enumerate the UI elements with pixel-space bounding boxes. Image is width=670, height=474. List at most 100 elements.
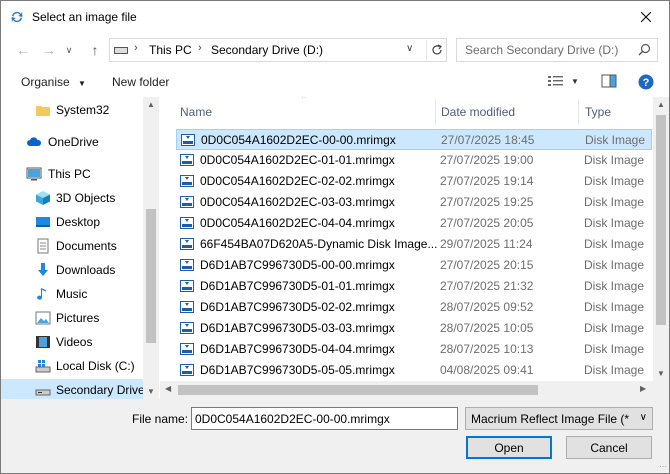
file-row[interactable]: 66F454BA07D620A5-Dynamic Disk Image... 29… <box>176 234 652 255</box>
file-row[interactable]: D6D1AB7C996730D5-00-00.mrimgx 27/07/2025 … <box>176 255 652 276</box>
disk-image-file-icon <box>180 364 194 376</box>
file-list-vertical-scrollbar[interactable]: ▲ ▼ <box>653 97 669 381</box>
file-type: Disk Image <box>584 258 645 272</box>
file-row[interactable]: D6D1AB7C996730D5-03-03.mrimgx 28/07/2025 … <box>176 318 652 339</box>
preview-pane-button[interactable] <box>601 73 617 92</box>
navigation-scrollbar[interactable]: ▲ ▼ <box>143 97 159 399</box>
new-folder-button[interactable]: New folder <box>112 75 169 89</box>
search-input[interactable]: Search Secondary Drive (D:) <box>465 43 618 57</box>
sidebar-item-label: Local Disk (C:) <box>56 359 135 373</box>
cloud-icon <box>27 137 42 146</box>
file-row[interactable]: D6D1AB7C996730D5-02-02.mrimgx 28/07/2025 … <box>176 297 652 318</box>
sidebar-item-local-disk-c[interactable]: Local Disk (C:) <box>1 355 143 377</box>
sidebar-item-label: OneDrive <box>48 135 99 149</box>
file-row[interactable]: 0D0C054A1602D2EC-00-00.mrimgx 27/07/2025 … <box>176 129 652 150</box>
organise-menu[interactable]: Organise ▼ <box>21 75 86 89</box>
scrollbar-thumb[interactable] <box>178 385 538 395</box>
breadcrumb-separator: › <box>198 42 202 54</box>
sidebar-item-secondary-drive[interactable]: Secondary Drive <box>1 379 145 399</box>
up-button[interactable]: ↑ <box>85 41 105 59</box>
breadcrumb-this-pc[interactable]: This PC <box>149 43 192 57</box>
cancel-button-label: Cancel <box>590 440 628 455</box>
file-row[interactable]: D6D1AB7C996730D5-05-05.mrimgx 04/08/2025 … <box>176 360 652 381</box>
column-header-name[interactable]: Name <box>180 97 212 127</box>
file-row[interactable]: 0D0C054A1602D2EC-02-02.mrimgx 27/07/2025 … <box>176 171 652 192</box>
file-type: Disk Image <box>584 279 645 293</box>
file-date: 27/07/2025 18:45 <box>441 133 535 147</box>
filename-input[interactable] <box>192 408 457 429</box>
scroll-left-icon[interactable]: ◀ <box>165 384 171 393</box>
column-type-label: Type <box>585 105 612 119</box>
scroll-right-icon[interactable]: ▶ <box>640 384 646 393</box>
sidebar-item-desktop[interactable]: Desktop <box>1 211 143 233</box>
cancel-button[interactable]: Cancel <box>566 436 652 459</box>
scrollbar-thumb[interactable] <box>146 209 156 343</box>
refresh-button[interactable] <box>426 40 446 60</box>
help-button[interactable]: ? <box>638 74 654 93</box>
pictures-icon <box>35 311 51 325</box>
column-header-date[interactable]: Date modified <box>441 97 515 127</box>
sidebar-item-this-pc[interactable]: This PC <box>1 163 143 185</box>
column-divider[interactable] <box>578 99 579 125</box>
sidebar-item-documents[interactable]: Documents <box>1 235 143 257</box>
file-row[interactable]: 0D0C054A1602D2EC-01-01.mrimgx 27/07/2025 … <box>176 150 652 171</box>
resize-grip-icon[interactable]: ⋯ <box>659 462 667 471</box>
music-icon <box>37 288 46 300</box>
address-bar[interactable]: › This PC › Secondary Drive (D:) ∨ <box>109 38 447 62</box>
file-list-horizontal-scrollbar[interactable]: ◀ ▶ <box>160 381 653 399</box>
sidebar-item-pictures[interactable]: Pictures <box>1 307 143 329</box>
sidebar-item-music[interactable]: Music <box>1 283 143 305</box>
file-row[interactable]: D6D1AB7C996730D5-04-04.mrimgx 28/07/2025 … <box>176 339 652 360</box>
monitor-icon <box>26 167 42 181</box>
disk-image-file-icon <box>180 301 194 313</box>
scrollbar-thumb[interactable] <box>656 115 666 325</box>
column-divider[interactable] <box>435 99 436 125</box>
scroll-up-icon[interactable]: ▲ <box>147 100 155 109</box>
file-type: Disk Image <box>585 133 646 147</box>
filename-field[interactable] <box>191 407 458 430</box>
file-name: 0D0C054A1602D2EC-03-03.mrimgx <box>200 195 395 209</box>
disk-image-file-icon <box>180 259 194 271</box>
file-type-filter[interactable]: Macrium Reflect Image File (*.r ∨ <box>465 407 653 430</box>
recent-locations-button[interactable]: ∨ <box>63 41 75 59</box>
sidebar-item-downloads[interactable]: Downloads <box>1 259 143 281</box>
file-type: Disk Image <box>584 363 645 377</box>
search-box[interactable]: Search Secondary Drive (D:) <box>456 38 658 62</box>
sidebar-item-onedrive[interactable]: OneDrive <box>1 131 143 153</box>
file-list: ⌃ Name Date modified Type 0D0C054A1602D2… <box>160 97 669 399</box>
sidebar-item-system32[interactable]: System32 <box>1 99 143 121</box>
cube-icon <box>36 191 50 205</box>
navigation-pane: System32 OneDrive This PC 3D Objects Des… <box>1 97 159 399</box>
navigation-bar: ← → ∨ ↑ › This PC › Secondary Drive (D:)… <box>1 33 669 67</box>
window-title: Select an image file <box>32 10 137 24</box>
scroll-down-icon[interactable]: ▼ <box>657 369 665 378</box>
breadcrumb-secondary-drive[interactable]: Secondary Drive (D:) <box>211 43 323 57</box>
column-header-type[interactable]: Type <box>585 97 611 127</box>
back-button[interactable]: ← <box>13 41 33 59</box>
sidebar-item-3d-objects[interactable]: 3D Objects <box>1 187 143 209</box>
file-name: 0D0C054A1602D2EC-04-04.mrimgx <box>200 216 395 230</box>
search-icon <box>638 43 651 56</box>
sidebar-item-label: Music <box>56 287 88 301</box>
address-dropdown-icon[interactable]: ∨ <box>406 43 413 54</box>
sort-ascending-icon: ⌃ <box>300 97 308 104</box>
organise-label: Organise <box>21 75 70 89</box>
file-date: 27/07/2025 19:14 <box>440 174 534 188</box>
scrollbar-corner <box>653 381 669 399</box>
open-button[interactable]: Open <box>466 436 552 459</box>
scroll-up-icon[interactable]: ▲ <box>657 100 665 109</box>
view-options-dropdown[interactable]: ▼ <box>571 77 579 86</box>
file-date: 27/07/2025 20:05 <box>440 216 534 230</box>
sidebar-item-label: Downloads <box>56 263 116 277</box>
file-row[interactable]: 0D0C054A1602D2EC-04-04.mrimgx 27/07/2025 … <box>176 213 652 234</box>
file-date: 27/07/2025 19:00 <box>440 153 534 167</box>
sidebar-item-label: Secondary Drive <box>56 383 145 397</box>
file-row[interactable]: D6D1AB7C996730D5-01-01.mrimgx 27/07/2025 … <box>176 276 652 297</box>
scroll-down-icon[interactable]: ▼ <box>147 387 155 396</box>
file-row[interactable]: 0D0C054A1602D2EC-03-03.mrimgx 27/07/2025 … <box>176 192 652 213</box>
file-date: 04/08/2025 09:41 <box>440 363 534 377</box>
forward-button[interactable]: → <box>39 41 59 59</box>
change-view-button[interactable] <box>547 73 565 92</box>
close-button[interactable] <box>623 1 669 33</box>
sidebar-item-videos[interactable]: Videos <box>1 331 143 353</box>
